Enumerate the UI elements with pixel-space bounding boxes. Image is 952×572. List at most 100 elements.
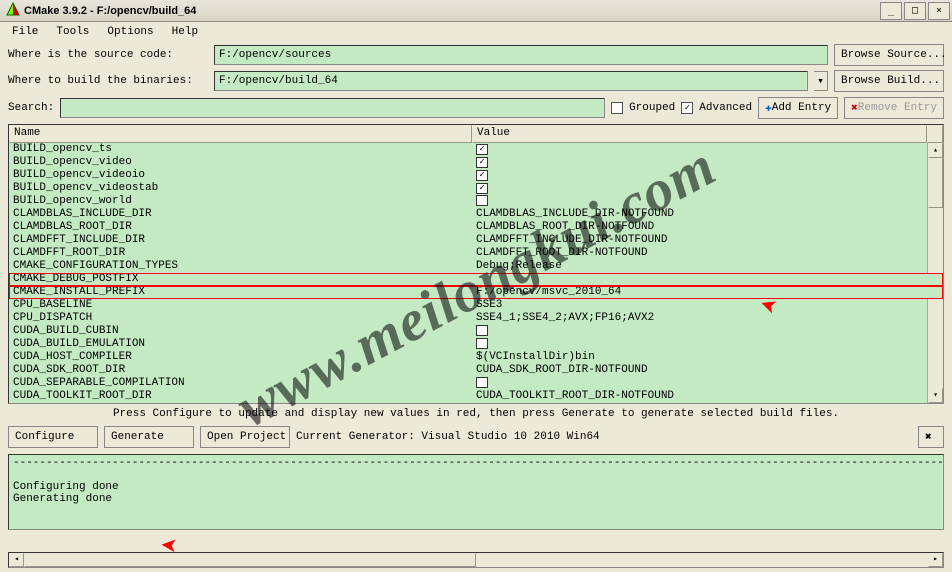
row-name: CMAKE_INSTALL_PREFIX (9, 286, 472, 299)
table-row[interactable]: BUILD_opencv_world (9, 195, 943, 208)
row-value[interactable]: ✓ (472, 169, 943, 182)
table-row[interactable]: CUDA_SDK_ROOT_DIRCUDA_SDK_ROOT_DIR-NOTFO… (9, 364, 943, 377)
row-value[interactable]: CLAMDFFT_INCLUDE_DIR-NOTFOUND (472, 234, 943, 247)
row-value[interactable]: CUDA_SDK_ROOT_DIR-NOTFOUND (472, 364, 943, 377)
menu-options[interactable]: Options (101, 24, 159, 40)
configure-button[interactable]: Configure (8, 426, 98, 448)
row-value[interactable]: F:/opencv/msvc_2010_64 (472, 286, 943, 299)
remove-entry-button[interactable]: ✖ Remove Entry (844, 97, 944, 119)
hscroll-thumb[interactable] (24, 553, 476, 567)
table-row[interactable]: CUDA_BUILD_CUBIN (9, 325, 943, 338)
log-output[interactable]: ----------------------------------------… (8, 454, 944, 530)
table-row[interactable]: CLAMDBLAS_ROOT_DIRCLAMDBLAS_ROOT_DIR-NOT… (9, 221, 943, 234)
row-name: CLAMDFFT_INCLUDE_DIR (9, 234, 472, 247)
browse-source-button[interactable]: Browse Source... (834, 44, 944, 66)
table-row[interactable]: BUILD_opencv_videostab ✓ (9, 182, 943, 195)
table-row[interactable]: CPU_BASELINESSE3 (9, 299, 943, 312)
row-value[interactable]: ✓ (472, 182, 943, 195)
header-value[interactable]: Value (472, 125, 927, 143)
table-row[interactable]: BUILD_opencv_videoio✓ (9, 169, 943, 182)
advanced-checkbox[interactable]: ✓ (681, 102, 693, 114)
table-row[interactable]: CUDA_HOST_COMPILER$(VCInstallDir)bin (9, 351, 943, 364)
delete-button[interactable]: ✖ (918, 426, 944, 448)
table-row[interactable]: CLAMDFFT_ROOT_DIRCLAMDFFT_ROOT_DIR-NOTFO… (9, 247, 943, 260)
row-value[interactable] (472, 195, 943, 208)
hscroll-left-icon[interactable]: ◂ (9, 553, 24, 567)
row-name: CMAKE_DEBUG_POSTFIX (9, 273, 472, 286)
row-value[interactable]: CLAMDBLAS_INCLUDE_DIR-NOTFOUND (472, 208, 943, 221)
menu-file[interactable]: File (6, 24, 44, 40)
build-input[interactable]: F:/opencv/build_64 (214, 71, 808, 91)
row-name: CUDA_SDK_ROOT_DIR (9, 364, 472, 377)
row-name: CUDA_HOST_COMPILER (9, 351, 472, 364)
table-row[interactable]: CMAKE_CONFIGURATION_TYPESDebug;Release (9, 260, 943, 273)
row-value[interactable]: CUDA_TOOLKIT_ROOT_DIR-NOTFOUND (472, 390, 943, 403)
titlebar: CMake 3.9.2 - F:/opencv/build_64 _ □ × (0, 0, 952, 22)
row-name: CUDA_BUILD_EMULATION (9, 338, 472, 351)
search-input[interactable] (60, 98, 605, 118)
scroll-thumb[interactable] (928, 158, 943, 208)
table-row[interactable]: CUDA_BUILD_EMULATION (9, 338, 943, 351)
header-name[interactable]: Name (9, 125, 472, 143)
source-input[interactable]: F:/opencv/sources (214, 45, 828, 65)
source-label: Where is the source code: (8, 49, 208, 61)
advanced-label: Advanced (699, 102, 752, 114)
row-value[interactable]: ✓ (472, 143, 943, 156)
log-horizontal-scrollbar[interactable]: ◂ ▸ (8, 552, 944, 568)
checkbox[interactable] (476, 377, 488, 388)
row-value[interactable]: $(VCInstallDir)bin (472, 351, 943, 364)
row-name: BUILD_opencv_ts (9, 143, 472, 156)
close-button[interactable]: × (928, 2, 950, 20)
row-value[interactable]: SSE4_1;SSE4_2;AVX;FP16;AVX2 (472, 312, 943, 325)
scroll-up-icon[interactable]: ▴ (928, 143, 943, 158)
checkbox[interactable] (476, 195, 488, 206)
maximize-button[interactable]: □ (904, 2, 926, 20)
generate-button[interactable]: Generate (104, 426, 194, 448)
table-row[interactable]: CUDA_TOOLKIT_ROOT_DIRCUDA_TOOLKIT_ROOT_D… (9, 390, 943, 403)
row-value[interactable] (472, 377, 943, 390)
table-row[interactable]: BUILD_opencv_video✓ (9, 156, 943, 169)
menubar: File Tools Options Help (0, 22, 952, 42)
header-scrollbar-corner (927, 125, 943, 143)
row-name: BUILD_opencv_videostab (9, 182, 472, 195)
checkbox[interactable]: ✓ (476, 183, 488, 194)
row-value[interactable]: SSE3 (472, 299, 943, 312)
search-label: Search: (8, 102, 54, 114)
open-project-button[interactable]: Open Project (200, 426, 290, 448)
table-row[interactable]: CLAMDFFT_INCLUDE_DIRCLAMDFFT_INCLUDE_DIR… (9, 234, 943, 247)
menu-tools[interactable]: Tools (50, 24, 95, 40)
row-name: CLAMDBLAS_INCLUDE_DIR (9, 208, 472, 221)
browse-build-button[interactable]: Browse Build... (834, 70, 944, 92)
build-dropdown-icon[interactable]: ▾ (814, 71, 828, 91)
row-value[interactable]: Debug;Release (472, 260, 943, 273)
table-row[interactable]: CMAKE_INSTALL_PREFIXF:/opencv/msvc_2010_… (9, 286, 943, 299)
generator-label: Current Generator: Visual Studio 10 2010… (296, 431, 600, 443)
table-row[interactable]: BUILD_opencv_ts ✓ (9, 143, 943, 156)
checkbox[interactable] (476, 325, 488, 336)
menu-help[interactable]: Help (166, 24, 204, 40)
table-row[interactable]: CUDA_SEPARABLE_COMPILATION (9, 377, 943, 390)
table-row[interactable]: CLAMDBLAS_INCLUDE_DIRCLAMDBLAS_INCLUDE_D… (9, 208, 943, 221)
grouped-checkbox[interactable] (611, 102, 623, 114)
checkbox[interactable]: ✓ (476, 157, 488, 168)
row-name: CLAMDBLAS_ROOT_DIR (9, 221, 472, 234)
app-logo-icon (6, 2, 20, 20)
checkbox[interactable] (476, 338, 488, 349)
row-name: CUDA_BUILD_CUBIN (9, 325, 472, 338)
checkbox[interactable]: ✓ (476, 144, 488, 155)
build-label: Where to build the binaries: (8, 75, 208, 87)
scroll-down-icon[interactable]: ▾ (928, 388, 943, 403)
row-value[interactable]: CLAMDBLAS_ROOT_DIR-NOTFOUND (472, 221, 943, 234)
row-value[interactable] (472, 325, 943, 338)
checkbox[interactable]: ✓ (476, 170, 488, 181)
hscroll-right-icon[interactable]: ▸ (928, 553, 943, 567)
row-value[interactable] (472, 338, 943, 351)
row-name: CUDA_TOOLKIT_ROOT_DIR (9, 390, 472, 403)
table-row[interactable]: CMAKE_DEBUG_POSTFIX (9, 273, 943, 286)
row-value[interactable] (472, 273, 943, 286)
minimize-button[interactable]: _ (880, 2, 902, 20)
add-entry-button[interactable]: ✚ Add Entry (758, 97, 838, 119)
row-value[interactable]: CLAMDFFT_ROOT_DIR-NOTFOUND (472, 247, 943, 260)
table-row[interactable]: CPU_DISPATCHSSE4_1;SSE4_2;AVX;FP16;AVX2 (9, 312, 943, 325)
row-value[interactable]: ✓ (472, 156, 943, 169)
